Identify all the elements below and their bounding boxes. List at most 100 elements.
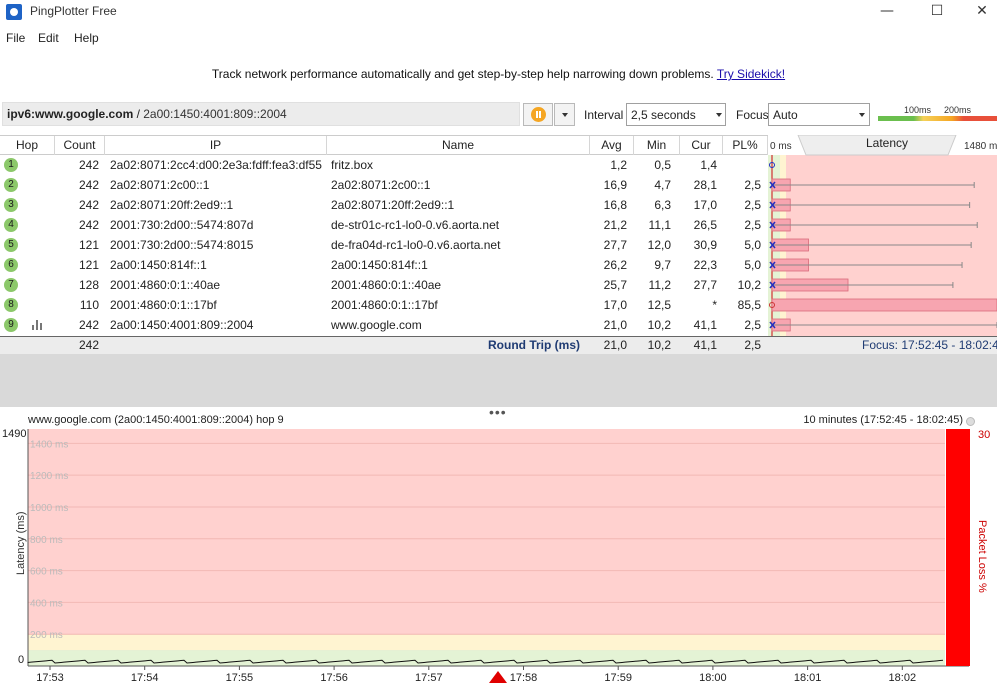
col-name[interactable]: Name xyxy=(327,136,590,155)
hop-ip: 2a02:8071:20ff:2ed9::1 xyxy=(110,198,234,212)
maximize-button[interactable]: ☐ xyxy=(915,0,959,22)
chevron-down-icon xyxy=(859,113,865,117)
title-bar: PingPlotter Free — ☐ ✕ xyxy=(0,0,997,24)
col-avg[interactable]: Avg xyxy=(590,136,634,155)
scale-100-label: 100ms xyxy=(904,105,932,115)
hop-count: 242 xyxy=(78,198,99,212)
pause-dropdown-button[interactable] xyxy=(554,103,575,126)
graph-green-zone xyxy=(28,650,945,666)
col-pl[interactable]: PL% xyxy=(723,136,768,155)
focus-select[interactable]: Auto xyxy=(768,103,870,126)
scale-200-label: 200ms xyxy=(944,105,972,115)
summary-min: 10,2 xyxy=(647,338,671,352)
hop-count: 242 xyxy=(78,178,99,192)
graph-gridline-label: 400 ms xyxy=(30,598,63,609)
hop-name: 2001:4860:0:1::17bf xyxy=(331,298,438,312)
hop-ip: 2001:4860:0:1::17bf xyxy=(110,298,217,312)
hop-count: 121 xyxy=(78,238,99,252)
hop-name: 2a00:1450:814f::1 xyxy=(331,258,428,272)
graph-x-tick-label: 18:00 xyxy=(699,672,727,684)
focus-value: Auto xyxy=(773,108,798,122)
latency-bar xyxy=(771,298,997,312)
graph-y-min-label: 0 xyxy=(18,654,24,666)
try-sidekick-link[interactable]: Try Sidekick! xyxy=(717,67,785,81)
hop-cur: 26,5 xyxy=(693,218,717,232)
hop-min: 6,3 xyxy=(654,198,671,212)
hop-name: de-fra04d-rc1-lo0-0.v6.aorta.net xyxy=(331,238,501,252)
app-logo-icon xyxy=(6,4,22,20)
interval-select[interactable]: 2,5 seconds xyxy=(626,103,726,126)
hop-cur: 22,3 xyxy=(693,258,717,272)
hop-ip: 2001:730:2d00::5474:8015 xyxy=(110,238,254,252)
hop-min: 12,5 xyxy=(647,298,671,312)
promo-text: Track network performance automatically … xyxy=(211,67,714,81)
hop-min: 9,7 xyxy=(654,258,671,272)
target-field[interactable]: ipv6:www.google.com / 2a00:1450:4001:809… xyxy=(2,102,520,126)
hop-count: 242 xyxy=(78,318,99,332)
hop-ip: 2a02:8071:2cc4:d00:2e3a:fdff:fea3:df55 xyxy=(110,158,322,172)
hop-number: 7 xyxy=(4,278,18,292)
hop-name: fritz.box xyxy=(331,158,374,172)
hop-min: 4,7 xyxy=(654,178,671,192)
splitter-handle[interactable]: ••• xyxy=(489,404,507,420)
toolbar: ipv6:www.google.com / 2a00:1450:4001:809… xyxy=(0,100,997,130)
hop-number: 4 xyxy=(4,218,18,232)
hop-pl: 2,5 xyxy=(744,198,761,212)
latency-chart: 0 ms Latency 1480 m xyxy=(768,135,997,336)
hop-number: 6 xyxy=(4,258,18,272)
hop-cur: 17,0 xyxy=(693,198,717,212)
hop-avg: 17,0 xyxy=(603,298,627,312)
col-min[interactable]: Min xyxy=(634,136,680,155)
hop-count: 121 xyxy=(78,258,99,272)
hop-name: 2001:4860:0:1::40ae xyxy=(331,278,442,292)
graph-x-tick-label: 17:53 xyxy=(36,672,64,684)
hop-ip: 2001:4860:0:1::40ae xyxy=(110,278,221,292)
window-title: PingPlotter Free xyxy=(30,4,117,18)
target-host: ipv6:www.google.com xyxy=(7,107,134,121)
hop-pl: 5,0 xyxy=(744,258,761,272)
target-ip: 2a00:1450:4001:809::2004 xyxy=(143,107,287,121)
hop-avg: 26,2 xyxy=(603,258,627,272)
hop-avg: 27,7 xyxy=(603,238,627,252)
latency-graph: 1400 ms 1200 ms 1000 ms 800 ms 600 ms 400 ms 2… xyxy=(2,428,990,684)
close-button[interactable]: ✕ xyxy=(960,0,997,22)
pause-button[interactable] xyxy=(523,103,553,126)
interval-label: Interval xyxy=(584,108,624,122)
hop-pl: 2,5 xyxy=(744,218,761,232)
menu-help[interactable]: Help xyxy=(74,31,99,45)
menu-file[interactable]: File xyxy=(6,31,25,45)
hop-cur: * xyxy=(712,298,717,312)
hop-pl: 5,0 xyxy=(744,238,761,252)
graph-pink-zone xyxy=(28,429,945,666)
minimize-button[interactable]: — xyxy=(865,0,909,22)
hop-cur: 30,9 xyxy=(693,238,717,252)
hop-number: 8 xyxy=(4,298,18,312)
interval-value: 2,5 seconds xyxy=(631,108,696,122)
hop-cur: 41,1 xyxy=(693,318,717,332)
hop-number: 5 xyxy=(4,238,18,252)
col-hop[interactable]: Hop xyxy=(0,136,55,155)
summary-row: 242 Round Trip (ms) 21,0 10,2 41,1 2,5 F… xyxy=(0,336,997,354)
menu-edit[interactable]: Edit xyxy=(38,31,59,45)
graph-bars-icon[interactable] xyxy=(32,320,44,330)
hop-avg: 25,7 xyxy=(603,278,627,292)
graph-packet-loss-bar xyxy=(946,429,970,666)
hop-name: de-str01c-rc1-lo0-0.v6.aorta.net xyxy=(331,218,500,232)
col-ip[interactable]: IP xyxy=(105,136,327,155)
hop-cur: 27,7 xyxy=(693,278,717,292)
hop-count: 110 xyxy=(79,298,99,312)
col-cur[interactable]: Cur xyxy=(680,136,723,155)
chevron-down-icon xyxy=(716,113,722,117)
graph-yellow-zone xyxy=(28,634,945,651)
summary-cur: 41,1 xyxy=(693,338,717,352)
graph-gridline-label: 1200 ms xyxy=(30,471,68,482)
latency-scale-legend: 100ms 200ms xyxy=(878,100,997,126)
hop-name: 2a02:8071:20ff:2ed9::1 xyxy=(331,198,455,212)
hop-pl: 2,5 xyxy=(744,178,761,192)
hop-avg: 21,2 xyxy=(603,218,627,232)
graph-gridline-label: 1000 ms xyxy=(30,503,68,514)
hop-number: 9 xyxy=(4,318,18,332)
hop-pl: 2,5 xyxy=(744,318,761,332)
col-count[interactable]: Count xyxy=(55,136,105,155)
target-separator: / xyxy=(133,107,144,121)
